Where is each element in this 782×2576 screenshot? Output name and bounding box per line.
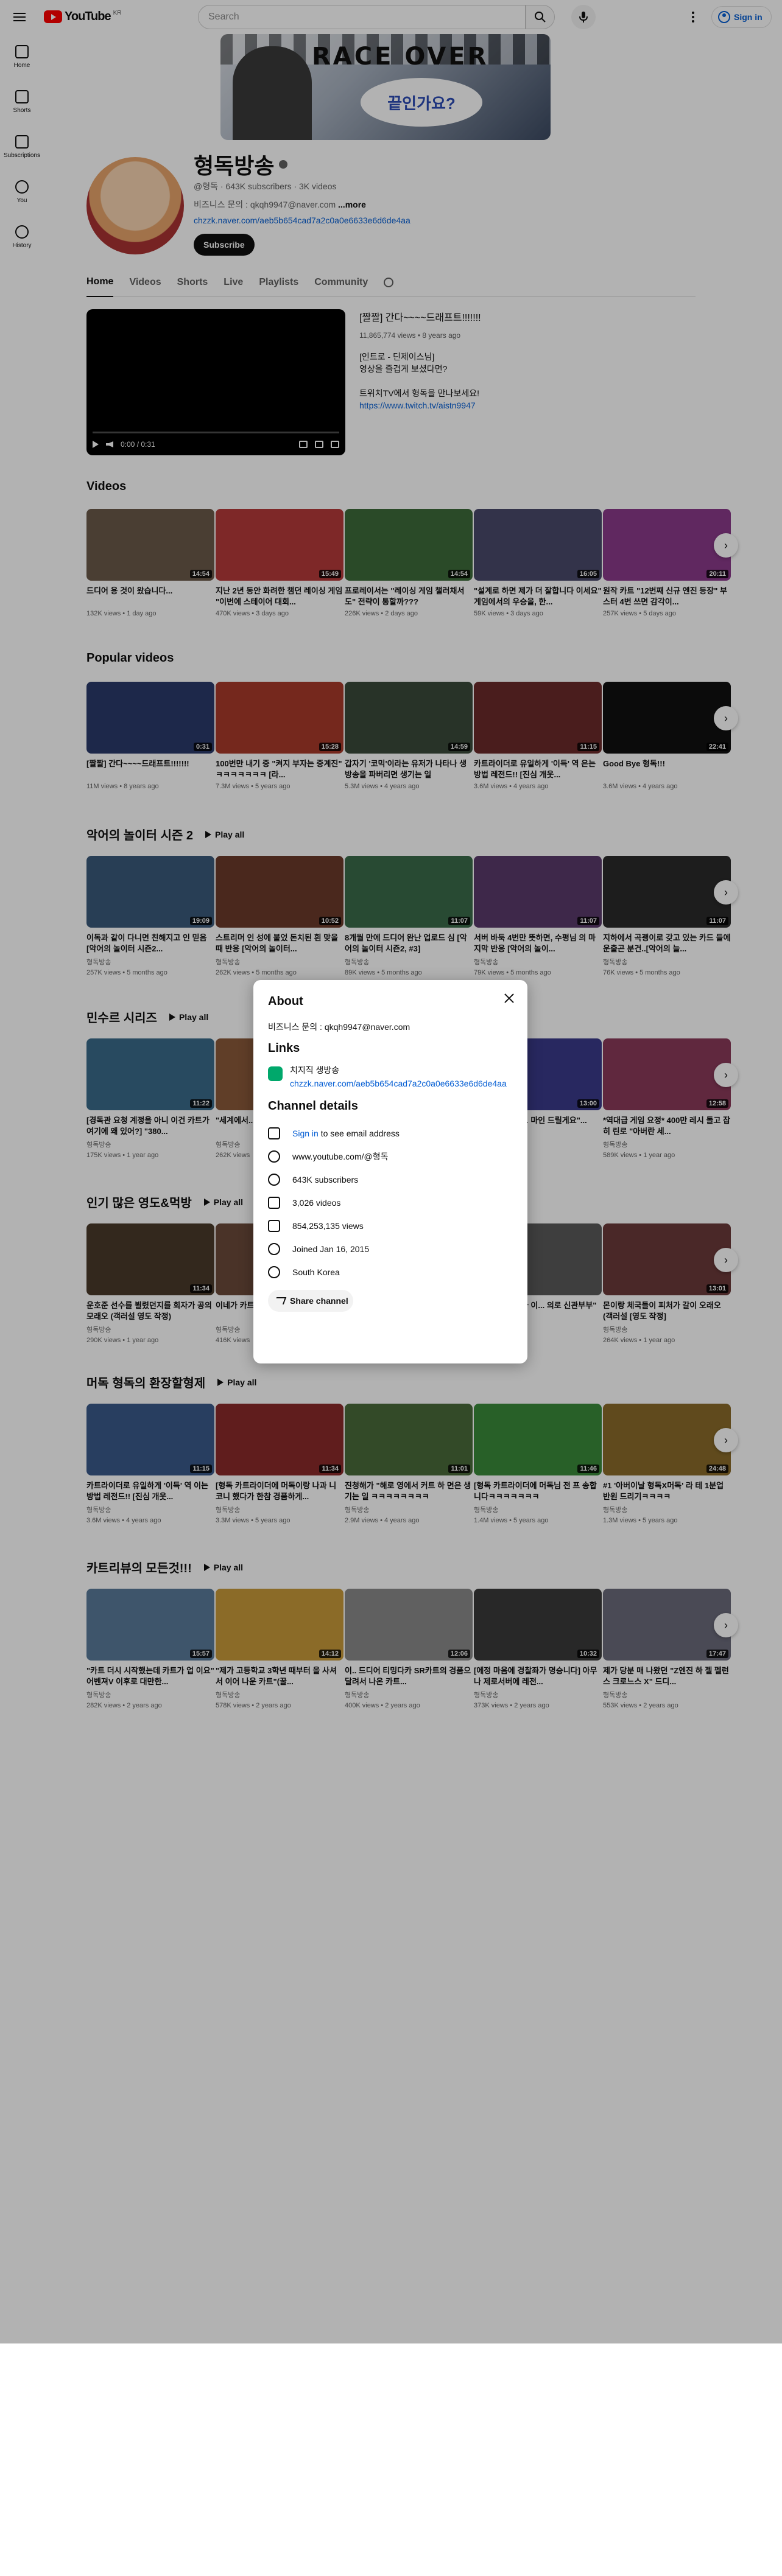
person-icon (268, 1174, 280, 1186)
videos-row: 3,026 videos (268, 1191, 513, 1214)
about-title: About (268, 995, 303, 1008)
country: South Korea (292, 1267, 340, 1277)
country-row: South Korea (268, 1261, 513, 1284)
chzzk-link[interactable]: 치지직 생방송 chzzk.naver.com/aeb5b654cad7a2c0… (268, 1064, 513, 1088)
close-icon[interactable] (502, 991, 516, 1006)
mail-icon (268, 1127, 280, 1139)
details-title: Channel details (268, 1099, 358, 1113)
email-hint: to see email address (318, 1129, 400, 1138)
joined-row: Joined Jan 16, 2015 (268, 1237, 513, 1261)
joined-date: Joined Jan 16, 2015 (292, 1244, 370, 1254)
share-channel-button[interactable]: Share channel (268, 1290, 353, 1312)
location-icon (268, 1266, 280, 1278)
video-icon (268, 1197, 280, 1209)
email-row: Sign in to see email address (268, 1122, 513, 1145)
subscriber-count: 643K subscribers (292, 1175, 359, 1185)
link-url[interactable]: chzzk.naver.com/aeb5b654cad7a2c0a0e6633e… (290, 1079, 507, 1088)
globe-icon (268, 1150, 280, 1163)
chzzk-icon (268, 1066, 283, 1081)
about-dialog: About 비즈니스 문의 : qkqh9947@naver.com Links… (253, 980, 527, 1363)
info-icon (268, 1243, 280, 1255)
links-title: Links (268, 1041, 300, 1055)
link-name: 치지직 생방송 (290, 1065, 340, 1075)
views-row: 854,253,135 views (268, 1214, 513, 1237)
share-label: Share channel (290, 1296, 348, 1306)
video-count: 3,026 videos (292, 1198, 341, 1208)
subscribers-row: 643K subscribers (268, 1168, 513, 1191)
url-row: www.youtube.com/@형독 (268, 1145, 513, 1168)
view-count: 854,253,135 views (292, 1221, 364, 1231)
trending-icon (268, 1220, 280, 1232)
share-icon (273, 1297, 287, 1304)
signin-link[interactable]: Sign in (292, 1129, 319, 1138)
about-business: 비즈니스 문의 : qkqh9947@naver.com (268, 1022, 410, 1032)
channel-url: www.youtube.com/@형독 (292, 1152, 389, 1161)
